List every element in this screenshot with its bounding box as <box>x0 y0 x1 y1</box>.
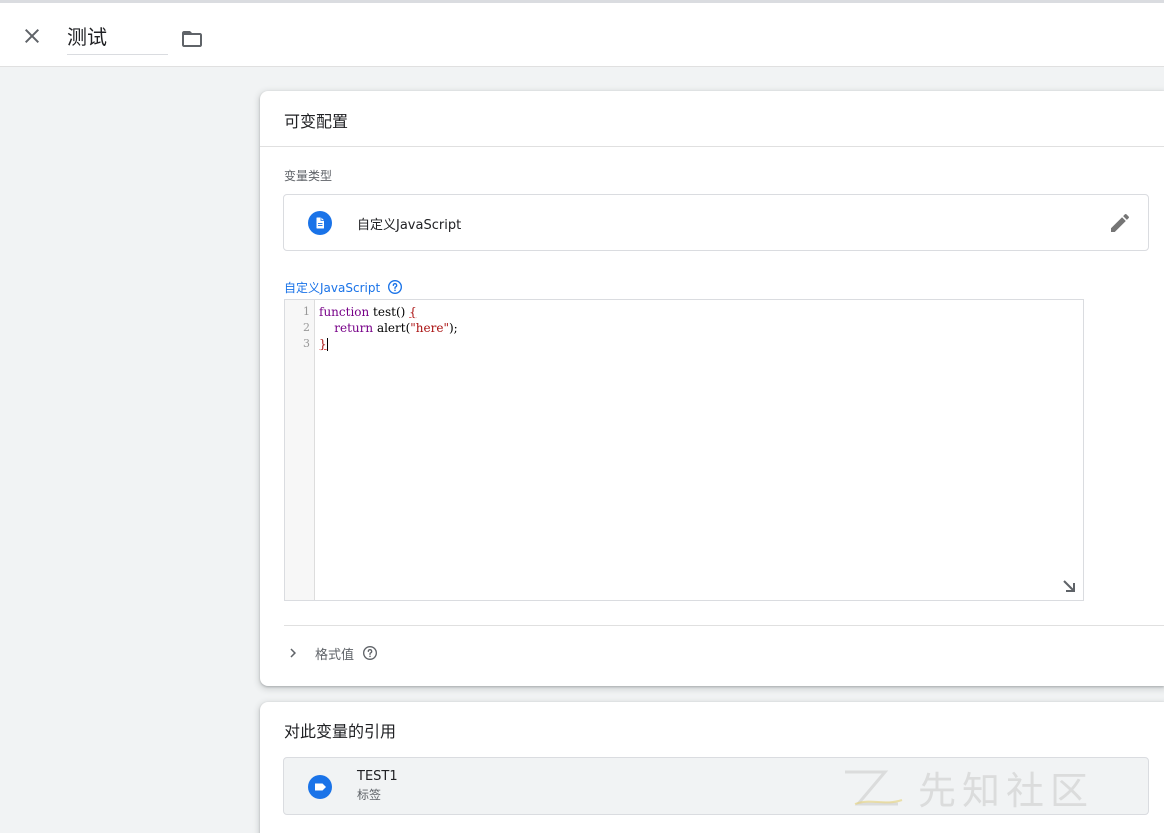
document-icon <box>308 211 332 235</box>
reference-name: TEST1 <box>357 769 398 784</box>
reference-item[interactable]: TEST1 标签 <box>283 757 1149 815</box>
code-keyword: return <box>334 321 374 335</box>
section-divider <box>284 625 1164 626</box>
variable-type-selector[interactable]: 自定义JavaScript <box>283 194 1149 251</box>
custom-js-label: 自定义JavaScript <box>284 280 381 295</box>
line-number-gutter: 1 2 3 <box>285 300 315 600</box>
code-line: return alert("here"); <box>319 320 1083 336</box>
pencil-icon[interactable] <box>1108 211 1132 235</box>
chevron-right-icon <box>290 648 296 658</box>
card-title: 可变配置 <box>260 91 1164 147</box>
code-text: ); <box>449 321 458 335</box>
help-icon[interactable] <box>362 645 378 661</box>
variable-type-label: 变量类型 <box>284 169 333 183</box>
code-brace: { <box>409 305 417 319</box>
code-string: "here" <box>410 321 449 335</box>
folder-icon[interactable] <box>180 27 204 51</box>
variable-references-card: 对此变量的引用 TEST1 标签 <box>260 702 1164 833</box>
code-keyword: function <box>319 305 370 319</box>
text-cursor <box>326 338 328 351</box>
reference-type: 标签 <box>357 788 382 802</box>
top-bar <box>0 0 1164 67</box>
line-number: 1 <box>303 305 310 318</box>
custom-js-label-row: 自定义JavaScript <box>284 278 403 296</box>
code-line: function test() { <box>319 304 1083 320</box>
tag-icon <box>308 775 332 799</box>
line-number: 2 <box>303 321 310 334</box>
line-number: 3 <box>303 337 310 350</box>
references-title: 对此变量的引用 <box>284 722 397 741</box>
help-icon[interactable] <box>387 279 403 295</box>
code-brace: } <box>319 337 327 351</box>
variable-configuration-card: 可变配置 变量类型 自定义JavaScript 自定义JavaScript 1 … <box>260 91 1164 686</box>
code-content[interactable]: function test() { return alert("here"); … <box>319 304 1083 600</box>
expand-editor-icon[interactable] <box>1061 578 1077 594</box>
code-line: } <box>319 336 1083 352</box>
close-icon[interactable] <box>20 24 44 48</box>
format-value-toggle[interactable]: 格式值 <box>284 640 378 666</box>
code-editor[interactable]: 1 2 3 function test() { return alert("he… <box>284 299 1084 601</box>
code-text: test() <box>369 305 410 319</box>
variable-name-input[interactable] <box>67 21 168 55</box>
format-value-label: 格式值 <box>315 647 355 663</box>
variable-type-name: 自定义JavaScript <box>357 218 462 233</box>
code-text: alert( <box>373 321 411 335</box>
